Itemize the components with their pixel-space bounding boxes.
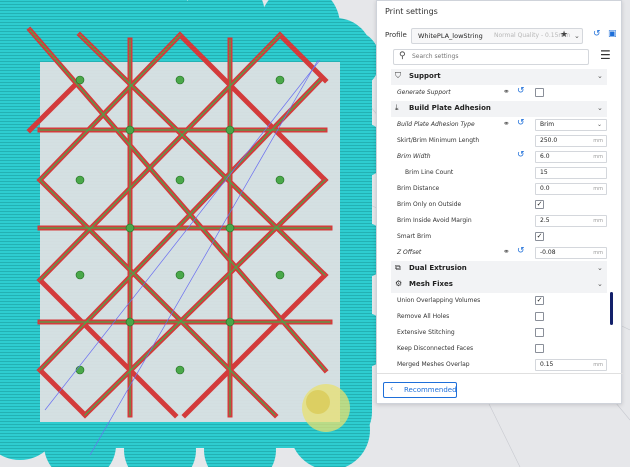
- setting-adhesion-type: Build Plate Adhesion Type ⚭ ↺ Brim ⌄: [391, 117, 607, 133]
- profile-dropdown[interactable]: WhitePLA_lowString Normal Quality - 0.15…: [411, 28, 583, 44]
- setting-generate-support: Generate Support ⚭ ↺: [391, 85, 607, 101]
- setting-smart-brim: Smart Brim ✓: [397, 232, 544, 241]
- search-row: ⚲ ☰: [377, 48, 623, 65]
- adhesion-type-dropdown[interactable]: Brim ⌄: [535, 119, 607, 131]
- reset-icon[interactable]: ↺: [517, 150, 525, 160]
- setting-extensive-stitching: Extensive Stitching: [391, 325, 607, 341]
- profile-label: Profile: [385, 31, 407, 39]
- save-icon[interactable]: ▣: [608, 29, 617, 39]
- setting-brim-width: Brim Width ↺ 6.0 mm: [391, 149, 607, 165]
- dual-extrusion-icon: ⧉: [395, 263, 401, 272]
- setting-brim-line-count: Brim Line Count 15: [391, 165, 607, 181]
- category-dual-extrusion[interactable]: ⧉ Dual Extrusion ⌄: [391, 261, 607, 277]
- panel-title: Print settings: [385, 7, 438, 16]
- union-overlapping-checkbox[interactable]: ✓: [535, 296, 544, 305]
- chevron-down-icon: ⌄: [597, 264, 603, 272]
- chevron-left-icon: ‹: [390, 384, 394, 393]
- remove-all-holes-checkbox[interactable]: [535, 312, 544, 321]
- setting-union-overlapping: Union Overlapping Volumes ✓: [397, 296, 544, 305]
- adhesion-icon: ⤓: [395, 103, 399, 112]
- merged-meshes-overlap-input[interactable]: 0.15 mm: [535, 359, 607, 371]
- setting-brim-distance: Brim Distance 0.0 mm: [391, 181, 607, 197]
- category-mesh-fixes[interactable]: ⚙ Mesh Fixes ⌄: [391, 277, 607, 293]
- chevron-down-icon: ⌄: [597, 280, 603, 288]
- brim-width-input[interactable]: 6.0 mm: [535, 151, 607, 163]
- brim-inside-avoid-margin-input[interactable]: 2.5 mm: [535, 215, 607, 227]
- chevron-down-icon: ⌄: [597, 72, 603, 80]
- setting-merged-meshes-overlap: Merged Meshes Overlap 0.15 mm: [391, 357, 607, 373]
- search-input[interactable]: [412, 53, 582, 60]
- setting-keep-disconnected-faces: Keep Disconnected Faces: [391, 341, 607, 357]
- settings-scrollbar[interactable]: [610, 292, 613, 325]
- setting-brim-only-outside: Brim Only on Outside ✓: [397, 200, 544, 209]
- recommended-button[interactable]: ‹ Recommended: [383, 382, 457, 398]
- profile-row: Profile WhitePLA_lowString Normal Qualit…: [377, 27, 623, 45]
- keep-disconnected-faces-checkbox[interactable]: [535, 344, 544, 353]
- support-icon: ⛉: [395, 71, 401, 80]
- chevron-down-icon: ⌄: [597, 104, 603, 112]
- reset-icon[interactable]: ↺: [517, 118, 525, 128]
- brim-only-outside-checkbox[interactable]: ✓: [535, 200, 544, 209]
- settings-list: ⛉ Support ⌄ Generate Support ⚭ ↺ ⤓ Build…: [391, 69, 607, 373]
- category-support[interactable]: ⛉ Support ⌄: [391, 69, 607, 85]
- star-icon[interactable]: ★: [560, 30, 568, 40]
- setting-z-offset: Z Offset ⚭ ↺ -0.08 mm: [391, 245, 607, 261]
- generate-support-checkbox[interactable]: [535, 88, 544, 97]
- panel-footer: ‹ Recommended: [377, 373, 623, 405]
- z-offset-input[interactable]: -0.08 mm: [535, 247, 607, 259]
- profile-quality: Normal Quality - 0.15mm: [494, 32, 571, 39]
- menu-icon[interactable]: ☰: [600, 48, 611, 62]
- setting-remove-all-holes: Remove All Holes: [391, 309, 607, 325]
- chevron-down-icon: ⌄: [574, 32, 580, 40]
- mesh-fixes-icon: ⚙: [395, 279, 403, 288]
- skirt-brim-min-length-input[interactable]: 250.0 mm: [535, 135, 607, 147]
- profile-name: WhitePLA_lowString: [418, 32, 483, 40]
- link-icon[interactable]: ⚭: [503, 87, 510, 96]
- link-icon[interactable]: ⚭: [503, 119, 510, 128]
- search-box[interactable]: ⚲: [393, 49, 589, 65]
- reset-icon[interactable]: ↺: [517, 246, 525, 256]
- brim-line-count-input[interactable]: 15: [535, 167, 607, 179]
- setting-skirt-brim-min-length: Skirt/Brim Minimum Length 250.0 mm: [391, 133, 607, 149]
- smart-brim-checkbox[interactable]: ✓: [535, 232, 544, 241]
- setting-brim-inside-avoid-margin: Brim Inside Avoid Margin 2.5 mm: [391, 213, 607, 229]
- brim-distance-input[interactable]: 0.0 mm: [535, 183, 607, 195]
- print-settings-panel: Print settings Profile WhitePLA_lowStrin…: [376, 0, 623, 405]
- reset-icon[interactable]: ↺: [517, 86, 525, 96]
- link-icon[interactable]: ⚭: [503, 247, 510, 256]
- extensive-stitching-checkbox[interactable]: [535, 328, 544, 337]
- category-build-plate-adhesion[interactable]: ⤓ Build Plate Adhesion ⌄: [391, 101, 607, 117]
- search-icon: ⚲: [399, 51, 406, 61]
- reset-profile-icon[interactable]: ↺: [593, 29, 601, 39]
- chevron-down-icon: ⌄: [596, 121, 602, 128]
